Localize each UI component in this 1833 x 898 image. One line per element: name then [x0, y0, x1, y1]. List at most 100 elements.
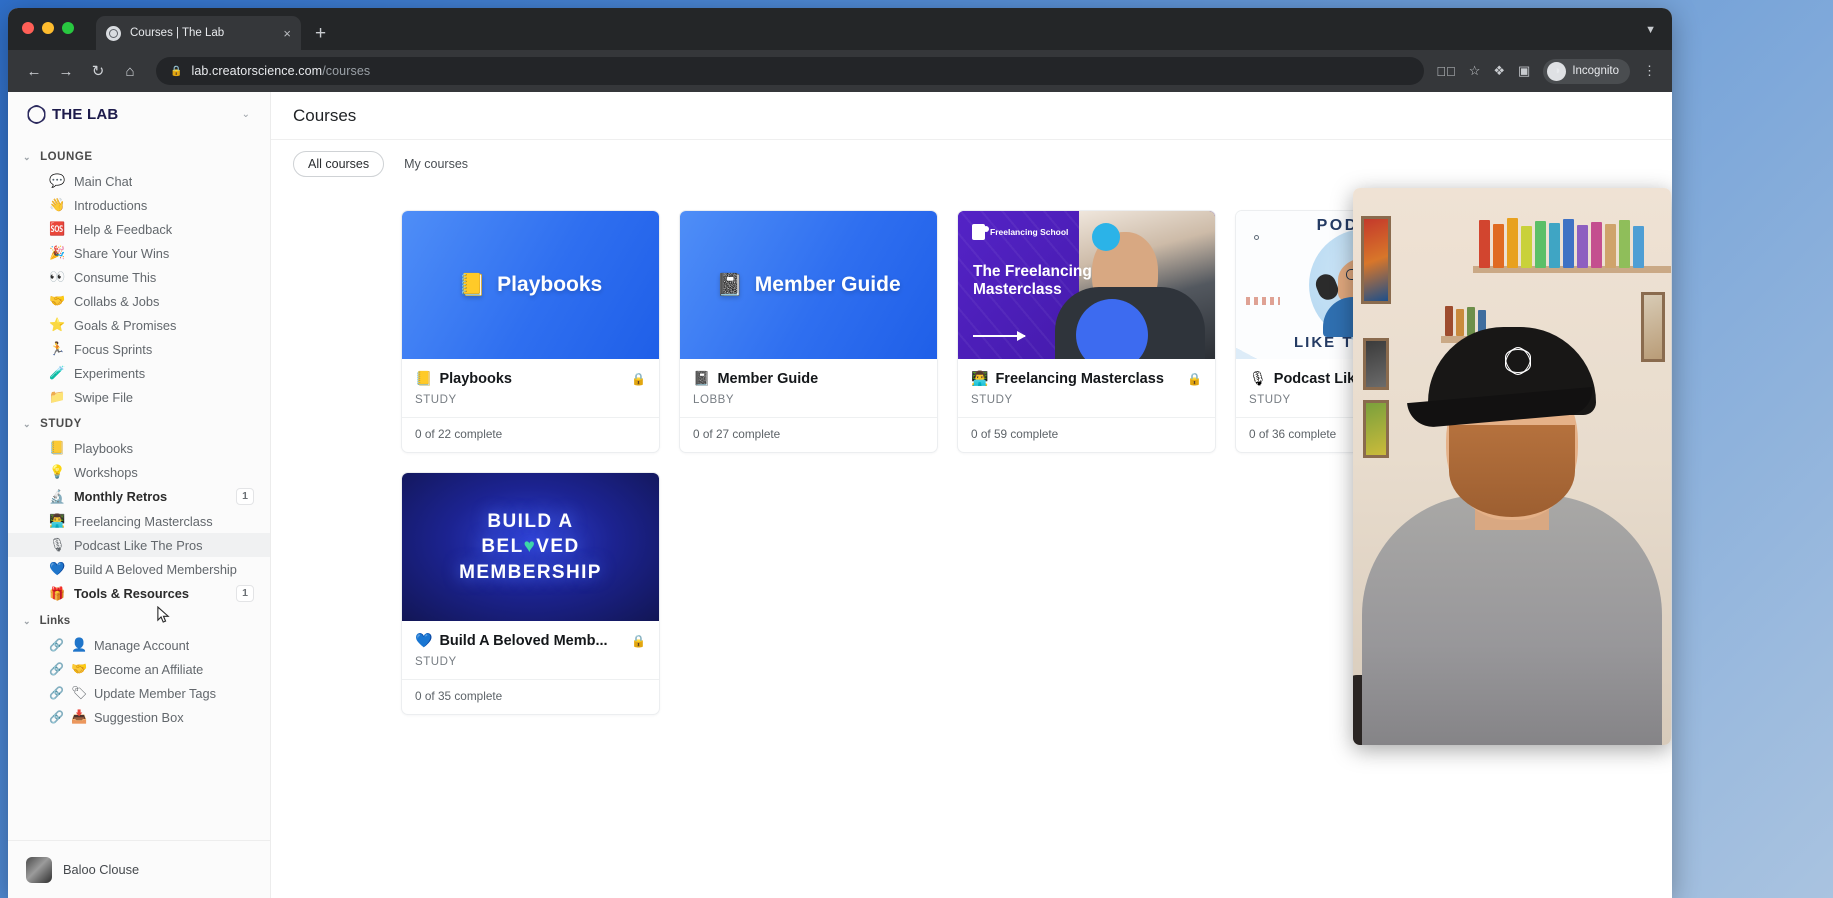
- url-path: /courses: [322, 64, 370, 78]
- sidebar-item-share-your-wins[interactable]: 🎉Share Your Wins: [8, 241, 270, 265]
- profile-incognito-chip[interactable]: ◑ Incognito: [1543, 59, 1630, 84]
- sidebar-nav: ⌄LOUNGE💬Main Chat👋Introductions🆘Help & F…: [8, 136, 270, 840]
- sidebar-item-main-chat[interactable]: 💬Main Chat: [8, 169, 270, 193]
- course-card-body: 👨‍💻Freelancing Masterclass🔒STUDY: [958, 359, 1215, 406]
- browser-toolbar: ← → ↻ ⌂ 🔒 lab.creatorscience.com/courses…: [8, 50, 1672, 92]
- close-tab-icon[interactable]: ×: [283, 27, 291, 40]
- sidebar-item-experiments[interactable]: 🧪Experiments: [8, 361, 270, 385]
- browser-window: Courses | The Lab × + ▼ ← → ↻ ⌂ 🔒 lab.cr…: [8, 8, 1672, 898]
- sidebar-item-emoji-icon: 🏷: [71, 685, 87, 701]
- arrow-right-icon: [973, 335, 1025, 337]
- site-lock-icon: 🔒: [170, 66, 182, 77]
- sidebar-item-emoji-icon: 🎁: [49, 586, 65, 602]
- tab-list-chevron-icon[interactable]: ▼: [1645, 24, 1656, 36]
- sidebar-item-emoji-icon: 👤: [71, 637, 87, 653]
- sidebar-item-help-feedback[interactable]: 🆘Help & Feedback: [8, 217, 270, 241]
- course-category: LOBBY: [693, 394, 924, 406]
- sidebar-item-swipe-file[interactable]: 📁Swipe File: [8, 385, 270, 409]
- new-tab-button[interactable]: +: [315, 24, 326, 43]
- sidebar-item-label: Main Chat: [74, 174, 132, 189]
- sidebar-item-become-an-affiliate[interactable]: 🔗🤝Become an Affiliate: [8, 657, 270, 681]
- sidebar-item-label: Playbooks: [74, 441, 133, 456]
- sidebar-item-emoji-icon: ⭐: [49, 317, 65, 333]
- sidebar-item-suggestion-box[interactable]: 🔗📥Suggestion Box: [8, 705, 270, 729]
- course-title: Member Guide: [717, 371, 924, 387]
- sidebar-item-manage-account[interactable]: 🔗👤Manage Account: [8, 633, 270, 657]
- sidebar-item-build-a-beloved-membership[interactable]: 💙Build A Beloved Membership: [8, 557, 270, 581]
- maximize-window-button[interactable]: [62, 22, 74, 34]
- side-panel-icon[interactable]: ▣: [1518, 63, 1530, 79]
- sidebar-group-header[interactable]: ⌄Links: [8, 606, 270, 633]
- sidebar-item-label: Podcast Like The Pros: [74, 538, 203, 553]
- sidebar-item-emoji-icon: 🤝: [49, 293, 65, 309]
- sidebar-item-emoji-icon: 🎉: [49, 245, 65, 261]
- course-emoji-icon: 🎙: [1249, 370, 1267, 387]
- sidebar-item-label: Collabs & Jobs: [74, 294, 159, 309]
- sidebar-item-label: Manage Account: [94, 638, 189, 653]
- browser-menu-icon[interactable]: ⋮: [1643, 63, 1656, 79]
- thumbnail-text: Member Guide: [755, 273, 901, 297]
- sidebar-item-update-member-tags[interactable]: 🔗🏷Update Member Tags: [8, 681, 270, 705]
- user-name: Baloo Clouse: [63, 862, 139, 877]
- course-card[interactable]: 📓Member Guide📓Member GuideLOBBY0 of 27 c…: [679, 210, 938, 453]
- workspace-name: THE LAB: [52, 106, 118, 123]
- window-traffic-lights[interactable]: [22, 22, 74, 34]
- sidebar-group-header[interactable]: ⌄LOUNGE: [8, 142, 270, 169]
- sidebar-item-goals-promises[interactable]: ⭐Goals & Promises: [8, 313, 270, 337]
- sidebar-item-playbooks[interactable]: 📒 Playbooks: [8, 436, 270, 460]
- course-card[interactable]: Freelancing SchoolThe Freelancing Master…: [957, 210, 1216, 453]
- tab-all-courses[interactable]: All courses: [293, 151, 384, 177]
- course-progress: 0 of 22 complete: [402, 417, 659, 452]
- eye-slash-icon[interactable]: 👁⃠: [1436, 64, 1456, 79]
- sidebar-item-label: Workshops: [74, 465, 138, 480]
- sidebar-item-focus-sprints[interactable]: 🏃Focus Sprints: [8, 337, 270, 361]
- workspace-switcher[interactable]: THE LAB ⌄: [8, 92, 270, 136]
- address-bar[interactable]: 🔒 lab.creatorscience.com/courses: [156, 57, 1424, 85]
- sidebar-item-freelancing-masterclass[interactable]: 👨‍💻Freelancing Masterclass: [8, 509, 270, 533]
- mouse-cursor-icon: [156, 606, 171, 625]
- extensions-puzzle-icon[interactable]: ❖: [1493, 63, 1505, 79]
- course-category: STUDY: [415, 656, 646, 668]
- sidebar-item-emoji-icon: 💡: [49, 464, 65, 480]
- course-emoji-icon: 👨‍💻: [971, 370, 988, 387]
- back-button[interactable]: ←: [20, 57, 48, 85]
- sidebar-user-profile[interactable]: Baloo Clouse: [8, 840, 270, 898]
- sidebar-item-podcast-like-the-pros[interactable]: 🎙 Podcast Like The Pros: [8, 533, 270, 557]
- sidebar-item-tools-resources[interactable]: 🎁Tools & Resources1: [8, 581, 270, 606]
- thumbnail-emoji-icon: 📒: [459, 272, 486, 298]
- sidebar-item-emoji-icon: 🏃: [49, 341, 65, 357]
- tab-my-courses[interactable]: My courses: [390, 152, 482, 176]
- sidebar-group-header[interactable]: ⌄STUDY: [8, 409, 270, 436]
- sidebar-item-collabs-jobs[interactable]: 🤝 Collabs & Jobs: [8, 289, 270, 313]
- sidebar-item-emoji-icon: 🎙: [49, 537, 65, 553]
- sidebar-item-emoji-icon: 📁: [49, 389, 65, 405]
- home-button[interactable]: ⌂: [116, 57, 144, 85]
- webcam-overlay: [1353, 188, 1671, 745]
- thumbnail-label: 📓Member Guide: [716, 272, 900, 298]
- sidebar-item-emoji-icon: 👋: [49, 197, 65, 213]
- sidebar-item-label: Monthly Retros: [74, 489, 167, 504]
- course-card[interactable]: 📒Playbooks📒Playbooks🔒STUDY0 of 22 comple…: [401, 210, 660, 453]
- reload-button[interactable]: ↻: [84, 57, 112, 85]
- browser-tab-courses[interactable]: Courses | The Lab ×: [96, 16, 301, 50]
- bookmark-star-icon[interactable]: ☆: [1469, 63, 1481, 79]
- course-category: STUDY: [971, 394, 1202, 406]
- sidebar-item-emoji-icon: 📒: [49, 440, 65, 456]
- course-card[interactable]: BUILD ABEL♥VEDMEMBERSHIP💙Build A Beloved…: [401, 472, 660, 715]
- minimize-window-button[interactable]: [42, 22, 54, 34]
- close-window-button[interactable]: [22, 22, 34, 34]
- sidebar-item-monthly-retros[interactable]: 🔬Monthly Retros1: [8, 484, 270, 509]
- sidebar-item-emoji-icon: 👨‍💻: [49, 513, 65, 529]
- decor-circle-1: [1254, 235, 1259, 240]
- forward-button[interactable]: →: [52, 57, 80, 85]
- sidebar-item-workshops[interactable]: 💡 Workshops: [8, 460, 270, 484]
- course-card-body: 💙Build A Beloved Memb...🔒STUDY: [402, 621, 659, 668]
- cap-atom-logo-icon: [1505, 349, 1531, 373]
- microphone-icon: [1312, 271, 1340, 303]
- sidebar: THE LAB ⌄ ⌄LOUNGE💬Main Chat👋Introduction…: [8, 92, 271, 898]
- lock-icon: 🔒: [1187, 372, 1202, 386]
- thumbnail-line-1: BUILD A: [487, 511, 573, 532]
- sidebar-item-consume-this[interactable]: 👀Consume This: [8, 265, 270, 289]
- sidebar-item-introductions[interactable]: 👋Introductions: [8, 193, 270, 217]
- books-upper: [1479, 218, 1644, 268]
